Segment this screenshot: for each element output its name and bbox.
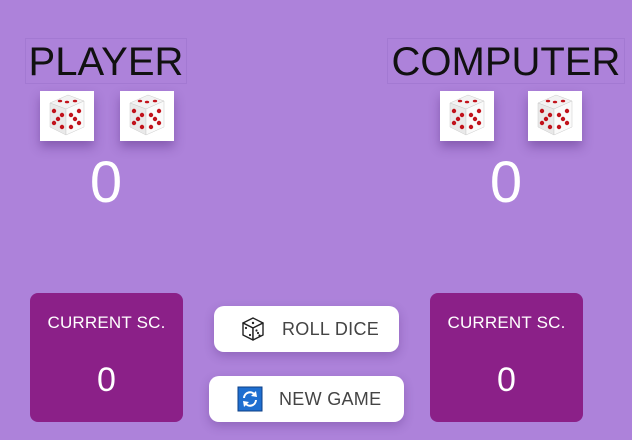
- computer-current-score: 0: [497, 361, 516, 399]
- computer-die-2: [528, 91, 582, 141]
- player-die-2: [120, 91, 174, 141]
- refresh-icon: [237, 386, 263, 412]
- roll-dice-button[interactable]: ROLL DICE: [214, 306, 399, 352]
- dice-five-icon: [129, 94, 165, 136]
- dice-icon: [242, 317, 264, 341]
- computer-name: COMPUTER: [387, 38, 625, 84]
- computer-current-score-panel: CURRENT SC. 0: [430, 293, 583, 422]
- dice-five-icon: [49, 94, 85, 136]
- roll-dice-label: ROLL DICE: [282, 318, 380, 339]
- current-score-label: CURRENT SC.: [447, 313, 566, 332]
- current-score-label: CURRENT SC.: [47, 313, 166, 332]
- player-current-score: 0: [97, 361, 116, 399]
- new-game-label: NEW GAME: [279, 388, 382, 409]
- computer-die-1: [440, 91, 494, 141]
- dice-five-icon: [537, 94, 573, 136]
- new-game-button[interactable]: NEW GAME: [209, 376, 404, 422]
- player-current-score-panel: CURRENT SC. 0: [30, 293, 183, 422]
- player-name: PLAYER: [25, 38, 187, 84]
- dice-five-icon: [449, 94, 485, 136]
- player-die-1: [40, 91, 94, 141]
- player-total-score: 0: [89, 150, 123, 215]
- computer-total-score: 0: [489, 150, 523, 215]
